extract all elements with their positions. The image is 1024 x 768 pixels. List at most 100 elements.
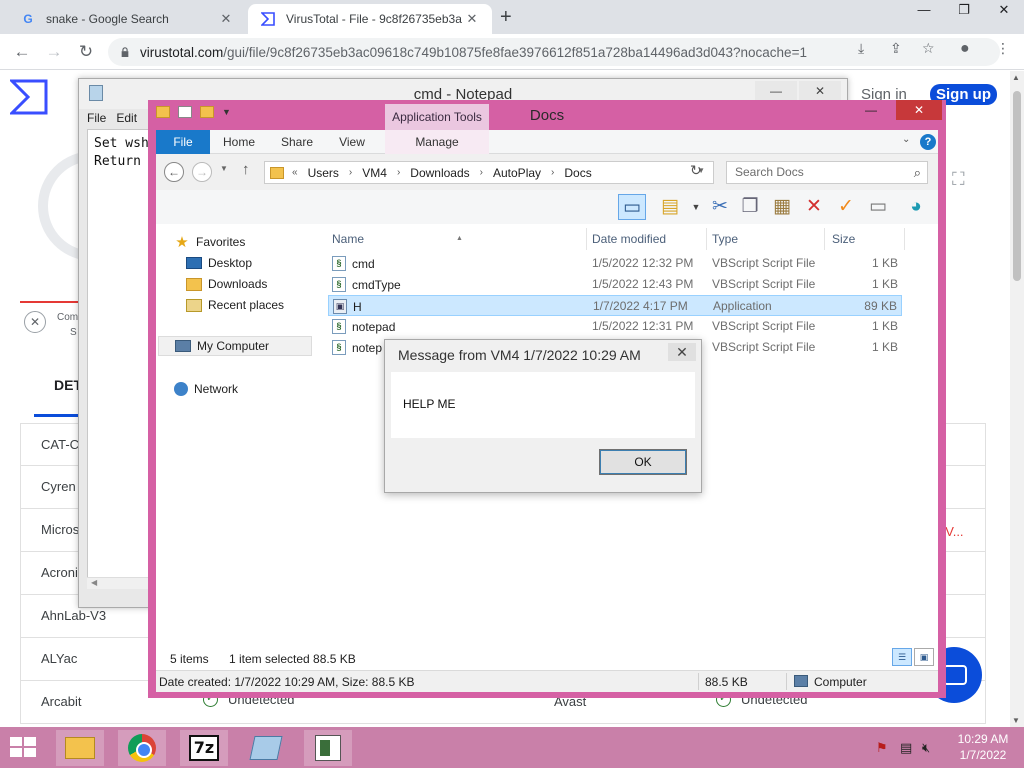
explorer-close-button[interactable]: ✕ <box>896 100 942 120</box>
back-arrow-icon[interactable]: ← <box>10 40 34 64</box>
virustotal-logo[interactable] <box>10 79 48 115</box>
menu-kebab-icon[interactable]: ⋮ <box>996 40 1010 57</box>
column-name[interactable]: Name ▲ <box>332 228 588 250</box>
delete-icon[interactable]: ✕ <box>800 194 828 220</box>
properties-icon[interactable]: ▤ <box>656 194 684 220</box>
up-arrow-icon[interactable]: ↑ <box>242 161 250 178</box>
file-size: 89 KB <box>864 299 897 313</box>
menu-edit[interactable]: Edit <box>116 111 137 129</box>
share-icon[interactable]: ⇪ <box>890 40 902 57</box>
nav-recent-places[interactable]: Recent places <box>186 295 284 315</box>
help-icon[interactable]: ? <box>920 134 936 150</box>
taskbar-explorer[interactable] <box>56 730 104 766</box>
column-type[interactable]: Type <box>712 228 738 250</box>
column-size[interactable]: Size <box>832 228 855 250</box>
copy-icon[interactable]: ❐ <box>736 194 764 220</box>
breadcrumb-downloads[interactable]: Downloads <box>410 166 469 180</box>
tab-manage[interactable]: Manage <box>385 130 489 154</box>
scrollbar-thumb[interactable] <box>1013 91 1021 281</box>
address-bar[interactable]: virustotal.com/gui/file/9c8f26735eb3ac09… <box>108 38 1000 66</box>
explorer-address-bar[interactable]: « Users › VM4 › Downloads › AutoPlay › D… <box>264 161 714 184</box>
column-divider[interactable] <box>706 228 707 250</box>
profile-icon[interactable]: ● <box>960 40 970 58</box>
rename-icon[interactable]: ▭ <box>864 194 892 220</box>
nav-my-computer[interactable]: My Computer <box>158 336 312 356</box>
menu-file[interactable]: File <box>87 111 106 129</box>
tab-view[interactable]: View <box>332 130 372 154</box>
network-tray-icon[interactable]: ▤ <box>900 740 912 756</box>
file-row[interactable]: § cmdType 1/5/2022 12:43 PM VBScript Scri… <box>328 274 902 295</box>
restore-button[interactable]: ❐ <box>944 0 984 22</box>
taskbar-chrome[interactable] <box>118 730 166 766</box>
action-center-flag-icon[interactable]: ⚑ <box>876 740 888 756</box>
file-row[interactable]: § notepad 1/5/2022 12:31 PM VBScript Scri… <box>328 316 902 337</box>
breadcrumb-users[interactable]: Users <box>308 166 339 180</box>
notepad-minimize-button[interactable]: — <box>755 81 797 101</box>
reload-icon[interactable]: ↻ <box>74 40 98 64</box>
breadcrumb-separator-icon[interactable]: › <box>397 167 400 178</box>
tab-virustotal[interactable]: VirusTotal - File - 9c8f26735eb3a ✕ <box>248 4 492 34</box>
windows-start-icon[interactable] <box>10 737 38 759</box>
close-tab-icon[interactable]: ✕ <box>218 11 234 27</box>
dialog-close-button[interactable]: ✕ <box>668 343 696 361</box>
forward-arrow-icon[interactable]: → <box>42 40 66 64</box>
paste-icon[interactable]: ▦ <box>768 194 796 220</box>
breadcrumb-docs[interactable]: Docs <box>564 166 591 180</box>
page-scrollbar[interactable]: ▲ ▼ <box>1010 71 1024 727</box>
checkmark-icon[interactable]: ✓ <box>832 194 860 220</box>
breadcrumb-separator-icon[interactable]: › <box>349 167 352 178</box>
shell-icon[interactable]: ◕ <box>902 194 930 220</box>
recent-locations-icon[interactable]: ▼ <box>220 164 228 173</box>
explorer-titlebar[interactable]: ▼ Application Tools Docs — ✕ <box>148 100 946 130</box>
tab-google-search[interactable]: G snake - Google Search ✕ <box>8 4 246 34</box>
close-icon[interactable]: ✕ <box>24 311 46 333</box>
preview-pane-icon[interactable]: ▭ <box>618 194 646 220</box>
system-clock[interactable]: 10:29 AM 1/7/2022 <box>950 731 1016 763</box>
taskbar-7zip[interactable]: 7z <box>180 730 228 766</box>
scroll-up-icon[interactable]: ▲ <box>1012 73 1020 82</box>
column-divider[interactable] <box>824 228 825 250</box>
file-row-selected[interactable]: ▣ H 1/7/2022 4:17 PM Application 89 KB <box>328 295 902 316</box>
cut-icon[interactable]: ✂ <box>706 194 734 220</box>
forward-arrow-icon[interactable]: → <box>192 162 212 182</box>
details-view-icon[interactable]: ☰ <box>892 648 912 666</box>
expand-icon[interactable]: ⛶ <box>952 169 978 195</box>
breadcrumb-separator-icon[interactable]: › <box>480 167 483 178</box>
large-icons-view-icon[interactable]: ▣ <box>914 648 934 666</box>
tab-share[interactable]: Share <box>274 130 320 154</box>
breadcrumb-overflow-icon[interactable]: « <box>292 167 298 178</box>
community-label: Com <box>57 312 79 323</box>
close-tab-icon[interactable]: ✕ <box>464 11 480 27</box>
new-tab-button[interactable]: + <box>500 6 512 29</box>
ok-button[interactable]: OK <box>599 449 687 475</box>
tab-file[interactable]: File <box>156 130 210 154</box>
breadcrumb-separator-icon[interactable]: › <box>551 167 554 178</box>
tab-home[interactable]: Home <box>216 130 262 154</box>
breadcrumb-vm4[interactable]: VM4 <box>362 166 387 180</box>
column-divider[interactable] <box>904 228 905 250</box>
explorer-minimize-button[interactable]: — <box>858 100 884 120</box>
close-window-button[interactable]: ✕ <box>984 0 1024 22</box>
notepad-close-button[interactable]: ✕ <box>799 81 841 101</box>
bookmark-star-icon[interactable]: ☆ <box>922 40 935 57</box>
taskbar-vbscript[interactable] <box>304 730 352 766</box>
nav-downloads[interactable]: Downloads <box>186 274 267 294</box>
nav-desktop[interactable]: Desktop <box>186 253 252 273</box>
nav-favorites[interactable]: ★ Favorites <box>174 232 245 252</box>
file-row[interactable]: § cmd 1/5/2022 12:32 PM VBScript Script F… <box>328 253 902 274</box>
breadcrumb-autoplay[interactable]: AutoPlay <box>493 166 541 180</box>
scroll-down-icon[interactable]: ▼ <box>1012 716 1020 725</box>
refresh-icon[interactable]: ↻ <box>690 162 702 179</box>
column-divider[interactable] <box>586 228 587 250</box>
ribbon-expand-icon[interactable]: ⌄ <box>902 134 910 145</box>
volume-muted-icon[interactable]: 🔇︎ <box>922 740 930 756</box>
search-input[interactable]: Search Docs ⌕ <box>726 161 928 184</box>
column-date-modified[interactable]: Date modified <box>592 228 666 250</box>
minimize-button[interactable]: — <box>904 0 944 22</box>
back-arrow-icon[interactable]: ← <box>164 162 184 182</box>
taskbar-notepad[interactable] <box>242 730 290 766</box>
dialog-body: HELP ME <box>391 372 695 438</box>
nav-network[interactable]: Network <box>174 379 238 399</box>
download-icon[interactable]: ⤓ <box>858 40 864 57</box>
vbscript-file-icon: § <box>332 340 346 355</box>
